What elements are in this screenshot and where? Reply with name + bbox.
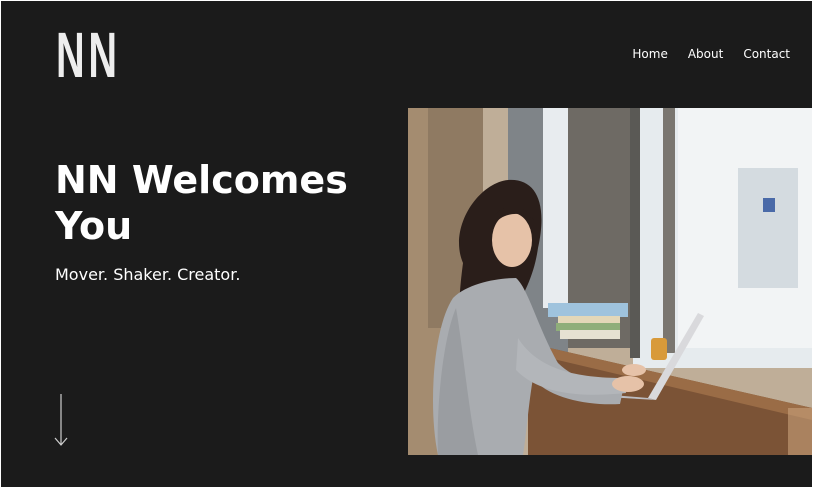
hero-subtitle: Mover. Shaker. Creator. xyxy=(55,265,241,284)
nav-about-link[interactable]: About xyxy=(688,47,723,61)
nav-home-link[interactable]: Home xyxy=(632,47,667,61)
hero-title: NN Welcomes You xyxy=(55,158,348,248)
nav-contact-link[interactable]: Contact xyxy=(743,47,790,61)
hero-photo xyxy=(408,108,812,455)
site-logo[interactable]: NN xyxy=(56,23,121,87)
page-frame: NN Home About Contact NN Welcomes You Mo… xyxy=(1,1,812,487)
arrow-down-icon[interactable] xyxy=(54,393,68,453)
main-nav: Home About Contact xyxy=(612,47,790,61)
